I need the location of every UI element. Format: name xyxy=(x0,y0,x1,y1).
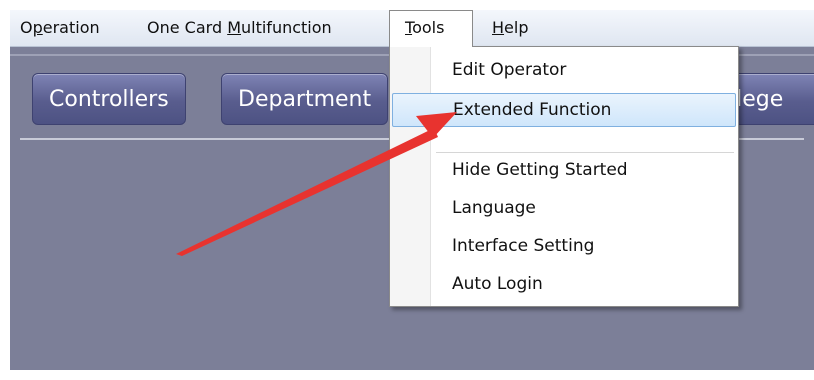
menu-item-interface-setting[interactable]: Interface Setting xyxy=(392,229,736,263)
menu-bar: Operation One Card Multifunction Tools H… xyxy=(10,10,814,47)
department-button[interactable]: Department xyxy=(221,73,389,125)
menu-item-edit-operator[interactable]: Edit Operator xyxy=(392,53,736,87)
menu-help[interactable]: Help xyxy=(492,10,528,46)
menu-operation[interactable]: Operation xyxy=(20,10,100,46)
menu-item-extended-function[interactable]: Extended Function xyxy=(392,93,736,127)
tools-dropdown-menu: Edit Operator Extended Function Hide Get… xyxy=(389,46,739,307)
menu-item-language[interactable]: Language xyxy=(392,191,736,225)
menu-item-hide-getting-started[interactable]: Hide Getting Started xyxy=(392,153,736,187)
app-window: Controllers Department vilege Operation … xyxy=(10,10,814,370)
menu-item-auto-login[interactable]: Auto Login xyxy=(392,267,736,301)
controllers-button[interactable]: Controllers xyxy=(32,73,186,125)
menu-tools[interactable]: Tools xyxy=(389,10,473,47)
menu-one-card-multifunction[interactable]: One Card Multifunction xyxy=(147,10,332,46)
